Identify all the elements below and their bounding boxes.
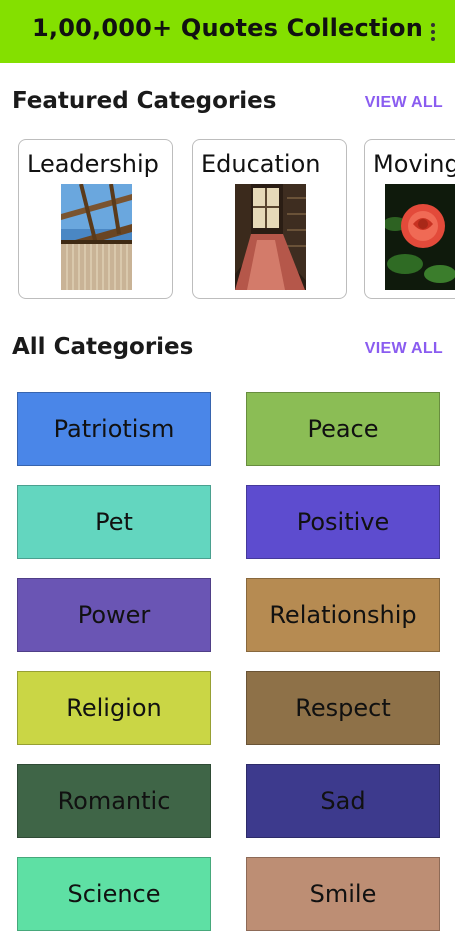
- leadership-image: [61, 184, 132, 290]
- category-button[interactable]: Relationship: [246, 578, 440, 652]
- all-categories-view-all-link[interactable]: VIEW ALL: [365, 340, 443, 358]
- category-button[interactable]: Respect: [246, 671, 440, 745]
- featured-card-label: Education: [201, 150, 321, 178]
- moving-image: [385, 184, 455, 290]
- category-button[interactable]: Sad: [246, 764, 440, 838]
- all-categories-heading: All Categories: [12, 334, 194, 360]
- category-button[interactable]: Patriotism: [17, 392, 211, 466]
- featured-view-all-link[interactable]: VIEW ALL: [365, 94, 443, 112]
- education-image: [235, 184, 306, 290]
- category-button[interactable]: Power: [17, 578, 211, 652]
- app-title: 1,00,000+ Quotes Collection: [32, 14, 423, 42]
- featured-header: Featured Categories VIEW ALL: [0, 88, 455, 128]
- featured-card-label: Leadership: [27, 150, 159, 178]
- featured-carousel[interactable]: Leadership Education Moving: [0, 139, 455, 301]
- category-button[interactable]: Romantic: [17, 764, 211, 838]
- menu-dot: [431, 37, 435, 41]
- category-button[interactable]: Pet: [17, 485, 211, 559]
- featured-card-label: Moving: [373, 150, 455, 178]
- menu-dot: [431, 23, 435, 27]
- category-button[interactable]: Religion: [17, 671, 211, 745]
- featured-card-leadership[interactable]: Leadership: [18, 139, 173, 299]
- menu-dot: [431, 30, 435, 34]
- more-vert-icon[interactable]: [423, 18, 443, 46]
- featured-card-moving[interactable]: Moving: [364, 139, 455, 299]
- all-categories-header: All Categories VIEW ALL: [0, 334, 455, 374]
- category-button[interactable]: Smile: [246, 857, 440, 931]
- category-button[interactable]: Science: [17, 857, 211, 931]
- featured-card-education[interactable]: Education: [192, 139, 347, 299]
- app-bar: 1,00,000+ Quotes Collection: [0, 0, 455, 63]
- category-button[interactable]: Peace: [246, 392, 440, 466]
- category-button[interactable]: Positive: [246, 485, 440, 559]
- featured-heading: Featured Categories: [12, 88, 277, 114]
